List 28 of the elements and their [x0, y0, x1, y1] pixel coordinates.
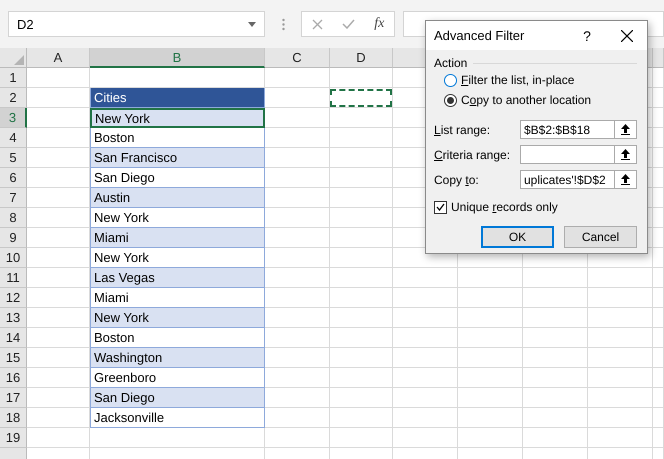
- field-label: Criteria range:: [434, 148, 510, 162]
- radio-label: Copy to another location: [461, 93, 592, 107]
- cell-reference: D2: [17, 16, 34, 32]
- field-label: List range:: [434, 122, 490, 136]
- table-cell: Miami: [90, 228, 265, 248]
- field-value: $B$2:$B$18: [524, 122, 590, 136]
- table-cell: Las Vegas: [90, 268, 265, 288]
- table-cell: Washington: [90, 348, 265, 368]
- table-cell: New York: [90, 308, 265, 328]
- table-cell: Boston: [90, 128, 265, 148]
- table-cell: New York: [90, 248, 265, 268]
- field-label: Copy to:: [434, 172, 479, 186]
- table-cell: San Diego: [90, 168, 265, 188]
- table-cell: New York: [90, 108, 265, 128]
- checkbox-label: Unique records only: [451, 200, 558, 214]
- table-header-cell: Cities: [90, 88, 265, 108]
- radio-label: Filter the list, in-place: [461, 73, 574, 87]
- table-cell: Jacksonville: [90, 408, 265, 428]
- table-cell: San Francisco: [90, 148, 265, 168]
- field-value: uplicates'!$D$2: [524, 172, 606, 186]
- group-label: Action: [434, 56, 468, 70]
- table-cell: Greenboro: [90, 368, 265, 388]
- table-cell: Miami: [90, 288, 265, 308]
- table-cell: New York: [90, 208, 265, 228]
- dialog-title: Advanced Filter: [434, 28, 526, 43]
- table-cell: Austin: [90, 188, 265, 208]
- table-cell: San Diego: [90, 388, 265, 408]
- table-cell: Boston: [90, 328, 265, 348]
